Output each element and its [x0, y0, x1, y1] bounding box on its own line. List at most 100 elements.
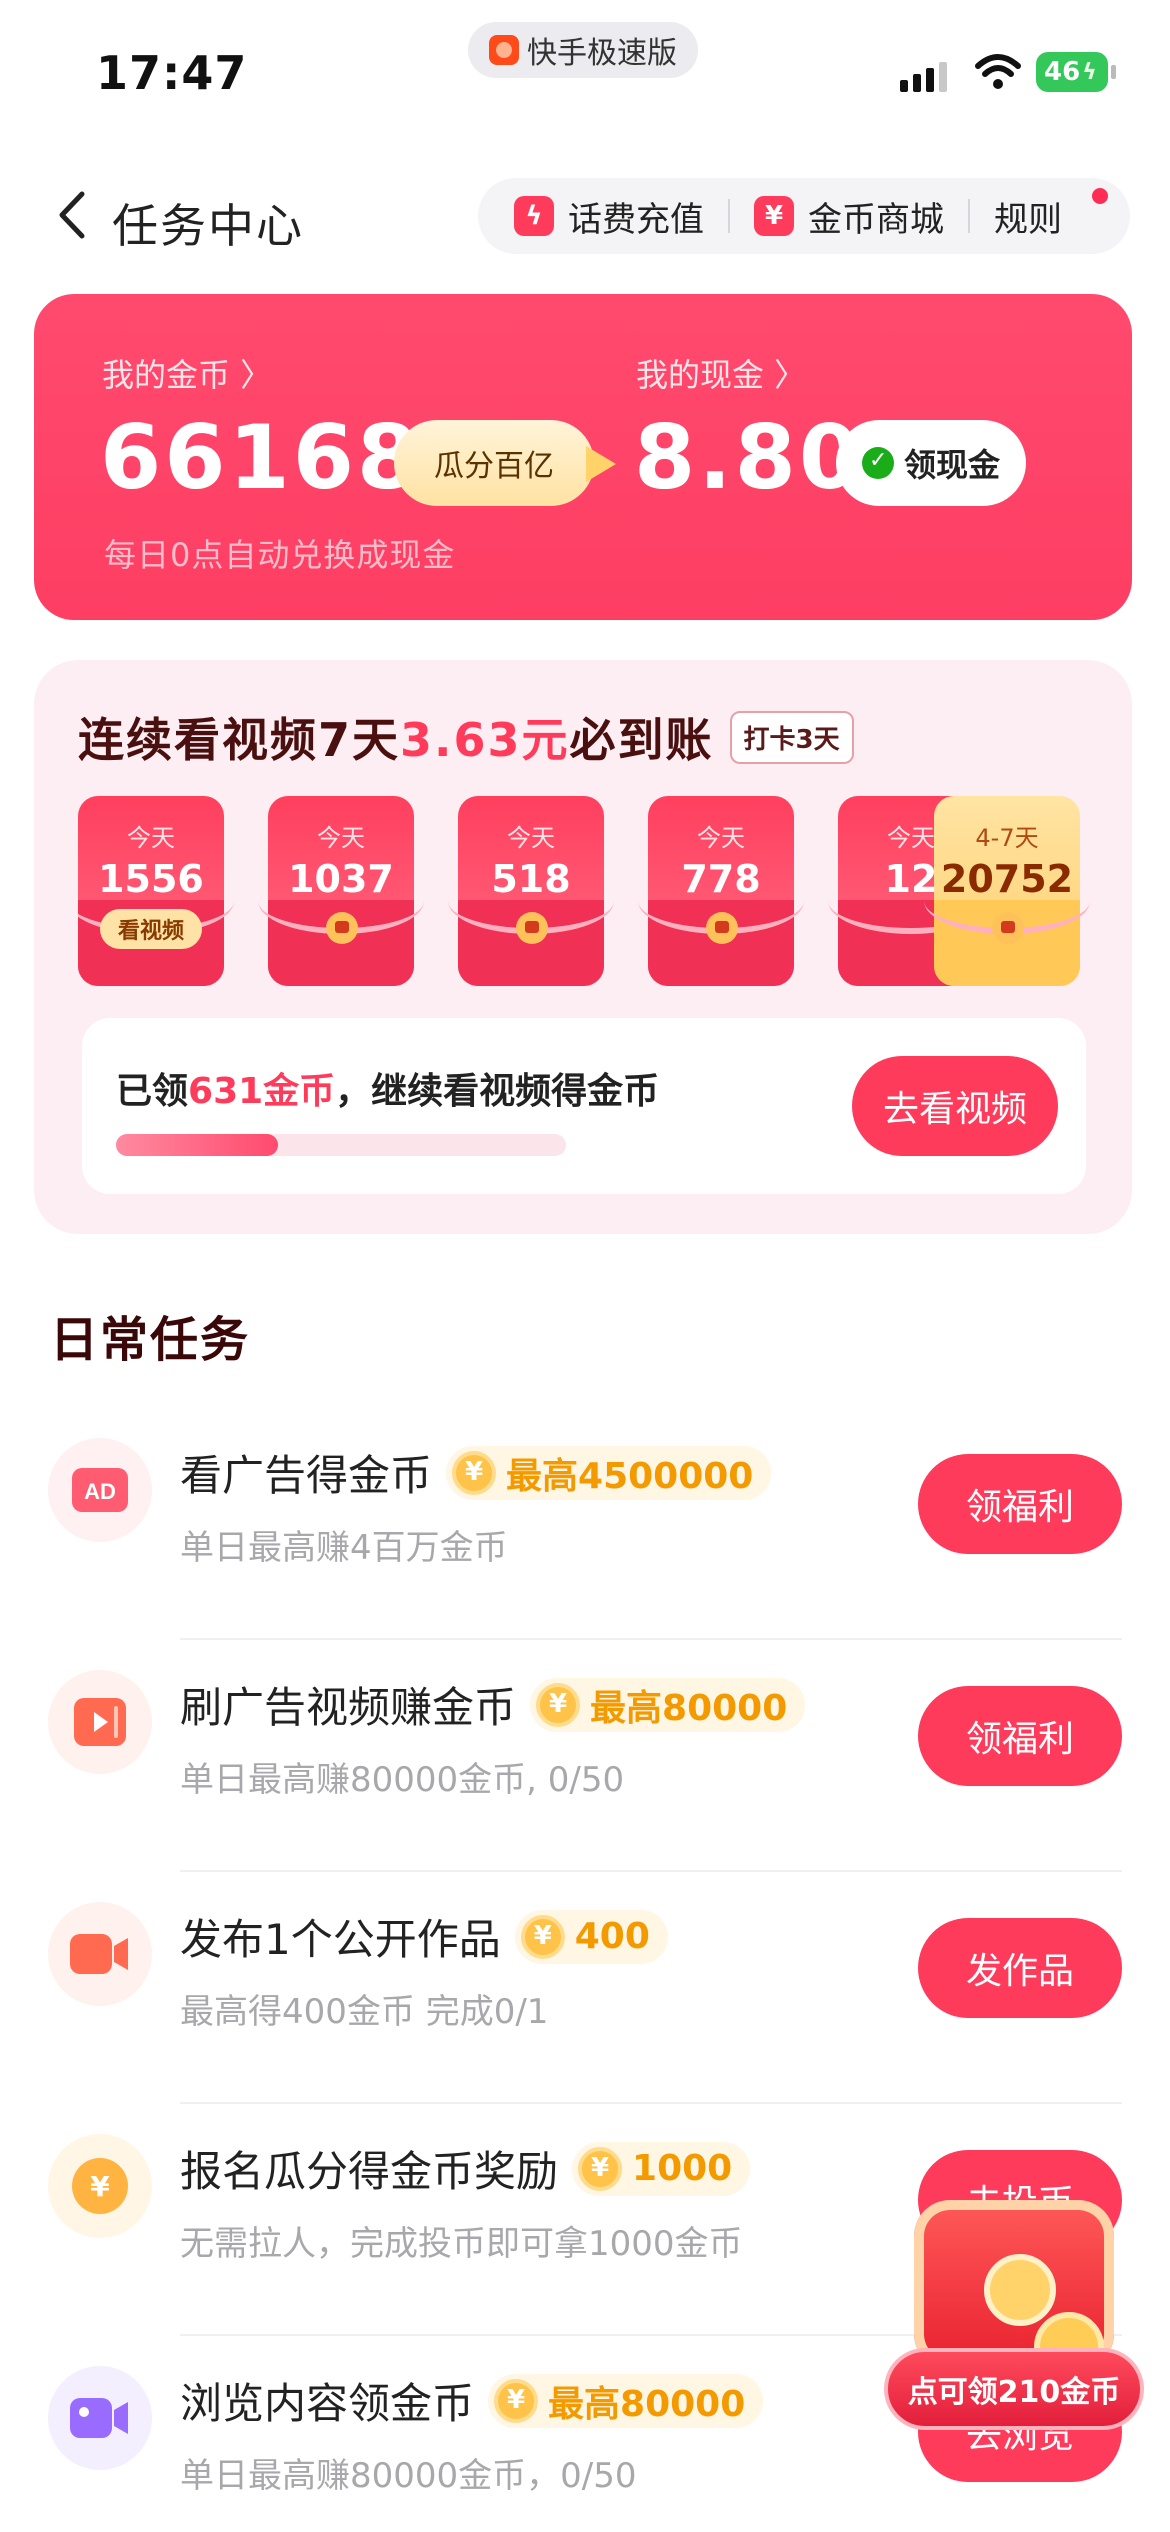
task-row: AD 看广告得金币 最高4500000 单日最高赚4百万金币 领福利	[0, 1408, 1170, 1640]
gold-coin-icon	[536, 1682, 581, 1727]
task-title-text: 浏览内容领金币	[180, 2379, 475, 2428]
divider	[728, 199, 730, 233]
wallet-card: 我的金币 〉 66168 瓜分百亿 我的现金 〉 8.80 领现金 每日0点自动…	[34, 294, 1132, 620]
envelope-day-1[interactable]: 今天 1556 看视频	[78, 796, 234, 986]
task-subtitle: 最高得400金币 完成0/1	[180, 1992, 549, 2032]
lock-icon	[992, 912, 1024, 944]
cellular-signal-icon	[900, 60, 947, 92]
badge-value: 最高4500000	[506, 1455, 754, 1497]
progress-post: ，继续看视频得金币	[335, 1071, 660, 1112]
envelope-day-4[interactable]: 今天 778	[638, 796, 804, 986]
envelope-amount: 1037	[288, 857, 394, 901]
task-action-button[interactable]: 领福利	[918, 1686, 1122, 1786]
task-title: 报名瓜分得金币奖励 1000	[180, 2138, 751, 2199]
reward-badge: 最高80000	[530, 1677, 806, 1732]
task-row: 发布1个公开作品 400 最高得400金币 完成0/1 发作品	[0, 1872, 1170, 2104]
task-title: 刷广告视频赚金币 最高80000	[180, 1674, 806, 1735]
lock-icon	[516, 912, 548, 944]
video-play-icon	[48, 1670, 152, 1774]
notification-dot	[1092, 188, 1108, 204]
task-title: 浏览内容领金币 最高80000	[180, 2370, 764, 2431]
rules-link[interactable]: 规则	[994, 192, 1062, 241]
coin-mall-link[interactable]: ¥ 金币商城	[754, 192, 944, 241]
envelope-day-4-7[interactable]: 4-7天 20752	[924, 796, 1090, 986]
watch-video-button[interactable]: 去看视频	[852, 1056, 1058, 1156]
app-name: 快手极速版	[527, 36, 677, 71]
envelope-amount: 20752	[940, 857, 1074, 901]
battery-level: 46	[1044, 57, 1081, 87]
mall-label: 金币商城	[808, 199, 944, 240]
envelope-day-3[interactable]: 今天 518	[448, 796, 614, 986]
gold-coin-icon	[494, 2378, 539, 2423]
streak-title-amount: 3.63元	[400, 713, 570, 767]
divider	[968, 199, 970, 233]
recharge-icon: ϟ	[514, 196, 554, 236]
video-camera-icon	[48, 2366, 152, 2470]
withdraw-cash-button[interactable]: 领现金	[836, 420, 1026, 506]
progress-text: 已领631金币，继续看视频得金币	[116, 1062, 659, 1114]
kuaishou-logo-icon	[489, 35, 519, 65]
floating-reward-widget[interactable]: 点可领210金币	[884, 2200, 1144, 2450]
badge-value: 最高80000	[590, 1687, 788, 1729]
envelope-amount: 1556	[98, 857, 204, 901]
wechat-icon	[861, 447, 894, 479]
gold-coin-icon	[520, 1914, 565, 1959]
app-indicator-pill[interactable]: 快手极速版	[468, 22, 698, 78]
split-reward-button[interactable]: 瓜分百亿	[394, 420, 616, 506]
task-subtitle: 单日最高赚80000金币, 0/50	[180, 1760, 625, 1800]
header-actions: ϟ 话费充值 ¥ 金币商城 规则	[478, 178, 1130, 254]
withdraw-label: 领现金	[903, 446, 1000, 484]
lock-icon	[326, 912, 358, 944]
coins-balance: 66168	[100, 406, 422, 509]
progress-pre: 已领	[116, 1071, 189, 1112]
task-subtitle: 单日最高赚80000金币，0/50	[180, 2456, 637, 2496]
battery-icon: 46 ϟ	[1036, 52, 1116, 92]
badge-value: 1000	[632, 2148, 733, 2189]
svg-text:AD: AD	[84, 1479, 116, 1504]
gold-coin-icon	[452, 1450, 497, 1495]
envelope-amount: 518	[491, 857, 571, 901]
checkin-tag: 打卡3天	[729, 710, 854, 764]
ad-icon: AD	[48, 1438, 152, 1542]
my-cash-link[interactable]: 我的现金 〉	[636, 350, 806, 396]
task-action-button[interactable]: 领福利	[918, 1454, 1122, 1554]
envelope-day: 4-7天	[975, 824, 1039, 852]
cash-balance: 8.80	[634, 406, 864, 509]
task-title: 看广告得金币 最高4500000	[180, 1442, 772, 1503]
reward-badge: 1000	[572, 2141, 751, 2196]
camera-icon	[48, 1902, 152, 2006]
status-bar: 17:47 快手极速版 46 ϟ	[0, 0, 1170, 140]
gold-coin-icon	[578, 2146, 623, 2191]
progress-bar	[116, 1134, 566, 1156]
floating-reward-label: 点可领210金币	[884, 2348, 1144, 2430]
reward-envelopes: 今天 1556 看视频 今天 1037 今天 518 今天 778 今天 12	[78, 796, 978, 996]
task-title-text: 看广告得金币	[180, 1451, 433, 1500]
badge-value: 400	[574, 1916, 650, 1957]
daily-tasks-title: 日常任务	[50, 1312, 251, 1368]
task-action-button[interactable]: 发作品	[918, 1918, 1122, 2018]
streak-title: 连续看视频7天 3.63元 必到账 打卡3天	[78, 704, 854, 770]
progress-fill	[116, 1134, 278, 1156]
my-coins-link[interactable]: 我的金币 〉	[102, 350, 272, 396]
page-header: 任务中心 ϟ 话费充值 ¥ 金币商城 规则	[0, 160, 1170, 270]
svg-text:¥: ¥	[90, 2170, 110, 2203]
task-title: 发布1个公开作品 400	[180, 1906, 668, 1967]
envelope-day-2[interactable]: 今天 1037	[258, 796, 424, 986]
lock-icon	[706, 912, 738, 944]
recharge-label: 话费充值	[568, 199, 704, 240]
reward-badge: 最高4500000	[446, 1445, 772, 1500]
streak-title-post: 必到账	[569, 713, 714, 767]
task-row: 刷广告视频赚金币 最高80000 单日最高赚80000金币, 0/50 领福利	[0, 1640, 1170, 1872]
progress-coins: 631金币	[188, 1071, 336, 1112]
yuan-coin-icon: ¥	[48, 2134, 152, 2238]
phone-recharge-link[interactable]: ϟ 话费充值	[514, 192, 704, 241]
back-arrow-icon[interactable]	[52, 188, 92, 242]
status-time: 17:47	[96, 46, 248, 100]
exchange-note: 每日0点自动兑换成现金	[104, 536, 456, 574]
page-title: 任务中心	[112, 199, 304, 253]
streak-card: 连续看视频7天 3.63元 必到账 打卡3天 今天 1556 看视频 今天 10…	[34, 660, 1132, 1234]
envelope-day: 今天	[127, 824, 175, 852]
envelope-day: 今天	[697, 824, 745, 852]
task-subtitle: 单日最高赚4百万金币	[180, 1528, 508, 1568]
watch-video-chip[interactable]: 看视频	[100, 909, 202, 949]
